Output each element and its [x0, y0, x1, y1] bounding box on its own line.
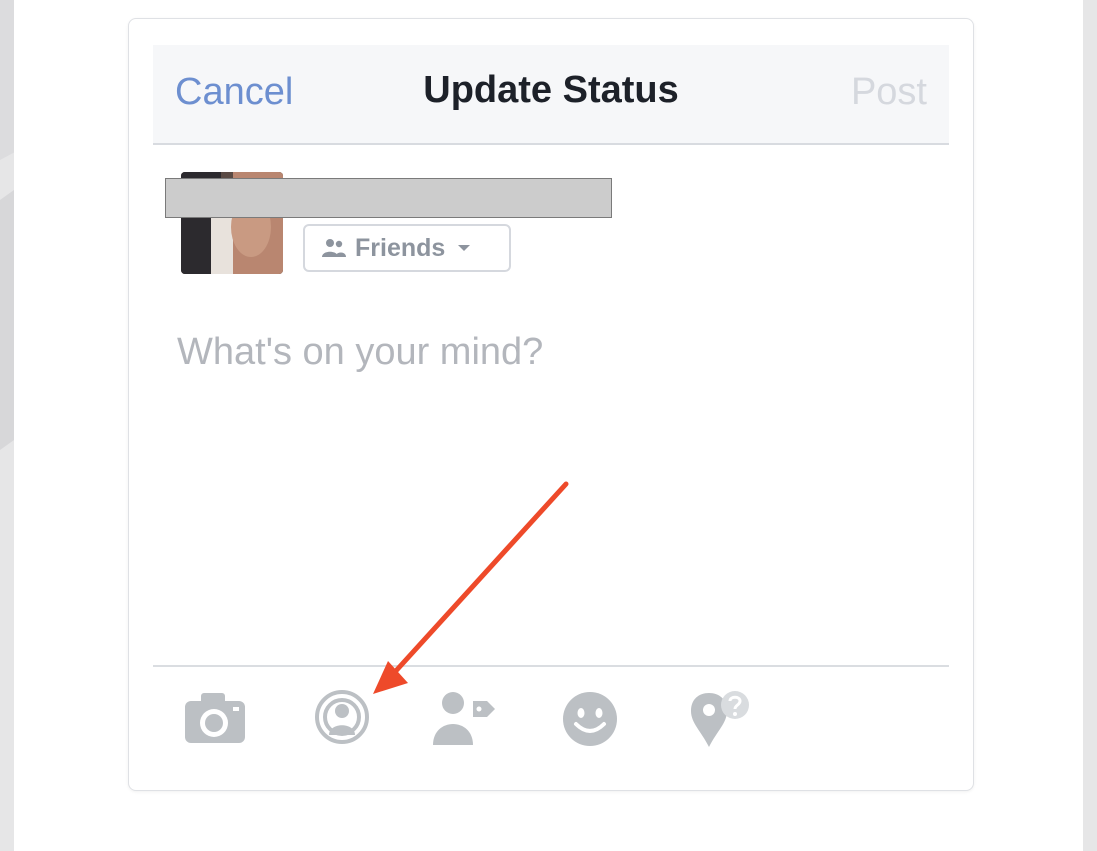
friends-icon [322, 239, 346, 257]
post-button[interactable]: Post [851, 71, 927, 114]
camera-icon[interactable] [181, 687, 251, 749]
redacted-user-name [165, 178, 612, 218]
page-title: Update Status [423, 69, 679, 111]
status-input[interactable]: What's on your mind? [177, 331, 543, 374]
tag-friends-icon[interactable] [429, 687, 499, 749]
chevron-down-icon [458, 245, 471, 251]
toolbar-divider [153, 665, 949, 667]
feeling-icon[interactable] [555, 687, 625, 749]
live-video-icon[interactable] [307, 687, 377, 749]
audience-selector[interactable]: Friends [303, 224, 511, 272]
check-in-icon[interactable] [685, 687, 755, 749]
audience-label: Friends [355, 233, 446, 262]
navigation-bar: Cancel Update Status Post [153, 45, 949, 145]
update-status-dialog: Cancel Update Status Post Friends What's… [128, 18, 974, 791]
